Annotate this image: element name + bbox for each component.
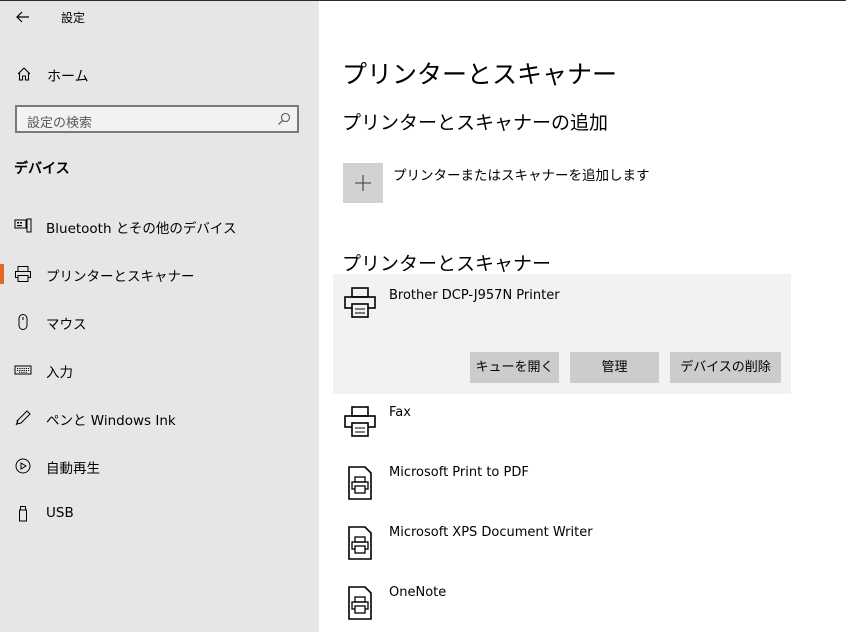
printer-item-xps[interactable]: Microsoft XPS Document Writer: [333, 525, 791, 577]
mouse-icon: [18, 314, 28, 330]
manage-button[interactable]: 管理: [570, 352, 659, 383]
page-title: プリンターとスキャナー: [342, 60, 618, 89]
printer-item-pdf[interactable]: Microsoft Print to PDF: [333, 465, 791, 517]
sidebar-item-autoplay[interactable]: 自動再生: [0, 449, 319, 483]
plus-icon: [355, 175, 371, 191]
printer-item-onenote[interactable]: OneNote: [333, 585, 791, 637]
sidebar-item-label: Bluetooth とその他のデバイス: [46, 221, 237, 237]
sidebar-item-label: 入力: [46, 365, 73, 381]
usb-icon: [19, 506, 27, 522]
home-label: ホーム: [47, 69, 89, 85]
app-title: 設定: [61, 11, 86, 25]
add-section-title: プリンターとスキャナーの追加: [342, 112, 609, 134]
search-input[interactable]: 設定の検索: [15, 105, 299, 133]
sidebar-item-input[interactable]: 入力: [0, 353, 319, 387]
search-icon: [278, 112, 291, 125]
search-placeholder: 設定の検索: [27, 116, 93, 131]
add-printer-label[interactable]: プリンターまたはスキャナーを追加します: [393, 164, 650, 184]
printer-name: Microsoft XPS Document Writer: [389, 525, 593, 540]
sidebar-item-label: 自動再生: [46, 461, 100, 477]
printer-name: Brother DCP-J957N Printer: [389, 288, 560, 303]
printer-icon: [344, 287, 376, 318]
printer-icon: [15, 266, 31, 282]
add-printer-button[interactable]: [343, 163, 383, 203]
printer-item-fax[interactable]: Fax: [333, 405, 791, 457]
printer-name: OneNote: [389, 585, 447, 600]
remove-device-button[interactable]: デバイスの削除: [670, 352, 781, 383]
sidebar: 設定 ホーム 設定の検索 デバイス Bluetooth とその他のデバイス プリ…: [0, 1, 319, 632]
sidebar-item-mouse[interactable]: マウス: [0, 305, 319, 339]
sidebar-item-label: ペンと Windows Ink: [46, 413, 176, 429]
pen-icon: [15, 410, 31, 426]
home-icon: [17, 67, 31, 81]
main-content: プリンターとスキャナー プリンターとスキャナーの追加 プリンターまたはスキャナー…: [319, 1, 846, 632]
printer-name: Fax: [389, 405, 411, 420]
back-button[interactable]: [12, 7, 34, 27]
autoplay-icon: [15, 458, 31, 474]
printer-item-selected[interactable]: Brother DCP-J957N Printer キューを開く 管理 デバイス…: [333, 274, 791, 394]
sidebar-item-home[interactable]: ホーム: [14, 63, 304, 87]
document-printer-icon: [348, 526, 372, 560]
open-queue-button[interactable]: キューを開く: [470, 352, 559, 383]
sidebar-item-printers[interactable]: プリンターとスキャナー: [0, 257, 319, 291]
document-printer-icon: [348, 466, 372, 500]
section-title: デバイス: [14, 161, 70, 177]
bluetooth-devices-icon: [14, 218, 32, 233]
sidebar-item-label: プリンターとスキャナー: [46, 269, 195, 285]
sidebar-item-label: マウス: [46, 317, 87, 333]
printer-list-title: プリンターとスキャナー: [342, 253, 552, 275]
sidebar-item-usb[interactable]: USB: [0, 497, 319, 531]
document-printer-icon: [348, 586, 372, 620]
printer-name: Microsoft Print to PDF: [389, 465, 529, 480]
sidebar-item-pen[interactable]: ペンと Windows Ink: [0, 401, 319, 435]
sidebar-item-bluetooth[interactable]: Bluetooth とその他のデバイス: [0, 209, 319, 243]
keyboard-icon: [14, 365, 32, 375]
printer-icon: [344, 406, 376, 437]
back-arrow-icon: [16, 11, 29, 23]
sidebar-item-label: USB: [46, 505, 74, 521]
